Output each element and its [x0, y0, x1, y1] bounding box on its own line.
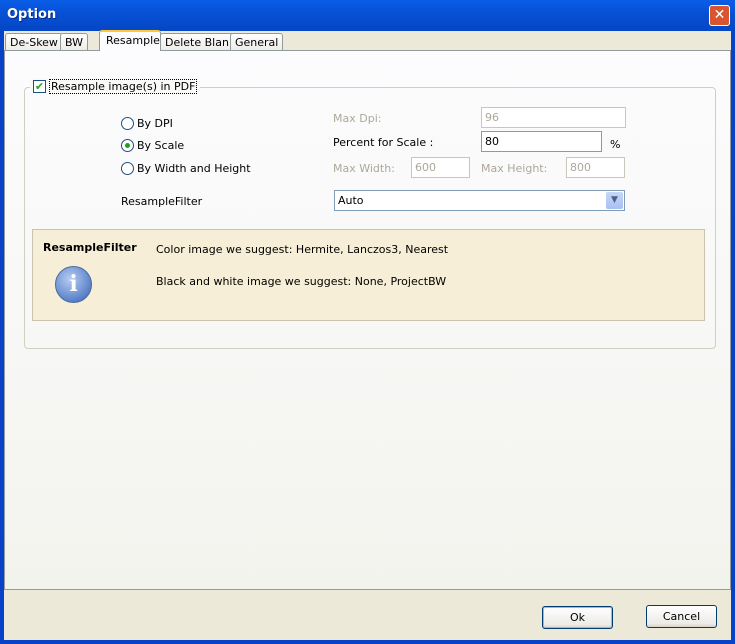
tab-de-skew[interactable]: De-Skew — [5, 33, 63, 51]
info-title: ResampleFilter — [43, 241, 137, 254]
filter-label: ResampleFilter — [121, 195, 203, 208]
max-width-label: Max Width: — [333, 162, 395, 175]
close-icon: ✕ — [713, 7, 726, 23]
percent-unit: % — [610, 138, 621, 151]
tab-label: BW — [65, 36, 84, 49]
tab-resample[interactable]: Resample — [99, 30, 161, 51]
close-button[interactable]: ✕ — [709, 5, 730, 26]
dialog-footer — [4, 590, 731, 640]
max-width-input[interactable]: 600 — [411, 157, 470, 178]
max-height-label: Max Height: — [481, 162, 548, 175]
tab-label: De-Skew — [10, 36, 58, 49]
tab-general[interactable]: General — [230, 33, 284, 51]
percent-label: Percent for Scale : — [333, 136, 434, 149]
info-icon: i — [55, 266, 92, 303]
max-dpi-label: Max Dpi: — [333, 112, 382, 125]
radio-by-scale[interactable]: By Scale — [121, 139, 184, 152]
window-title: Option — [7, 7, 57, 22]
cancel-button[interactable]: Cancel — [646, 605, 717, 628]
tab-label: General — [235, 36, 279, 49]
chevron-down-icon[interactable]: ▼ — [606, 192, 623, 209]
tab-bw[interactable]: BW — [60, 33, 89, 51]
radio-by-width-height[interactable]: By Width and Height — [121, 162, 251, 175]
radio-by-dpi[interactable]: By DPI — [121, 117, 173, 130]
filter-select[interactable]: Auto ▼ — [334, 190, 625, 211]
resample-checkbox[interactable]: ✔ Resample image(s) in PDF — [30, 79, 201, 94]
title-bar[interactable] — [0, 0, 735, 31]
info-line-bw: Black and white image we suggest: None, … — [156, 275, 447, 288]
max-height-input[interactable]: 800 — [566, 157, 625, 178]
ok-button[interactable]: Ok — [542, 606, 613, 629]
checkbox-check-icon: ✔ — [33, 80, 46, 93]
radio-label: By DPI — [137, 117, 173, 130]
checkbox-label: Resample image(s) in PDF — [49, 79, 198, 94]
filter-value: Auto — [338, 194, 364, 207]
tab-label: Resample — [106, 34, 160, 47]
tab-delete-blank[interactable]: Delete Blank — [160, 33, 241, 51]
info-line-color: Color image we suggest: Hermite, Lanczos… — [156, 243, 449, 256]
percent-input[interactable]: 80 — [481, 131, 602, 152]
radio-label: By Scale — [137, 139, 185, 152]
max-dpi-input[interactable]: 96 — [481, 107, 626, 128]
tab-label: Delete Blank — [165, 36, 236, 49]
radio-label: By Width and Height — [137, 162, 251, 175]
